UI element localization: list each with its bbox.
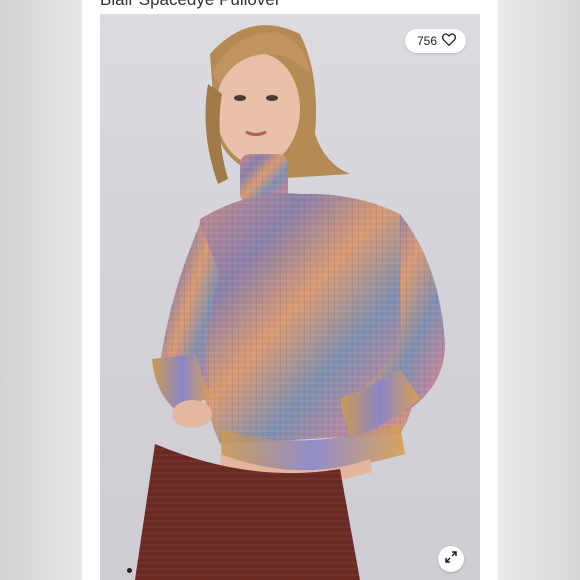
- model-illustration: [135, 25, 445, 580]
- expand-image-button[interactable]: [438, 546, 464, 572]
- blurred-background-right: [498, 0, 580, 580]
- heart-icon: [441, 33, 457, 49]
- carousel-indicator-dot[interactable]: [127, 568, 132, 573]
- listing-title: Blair Spacedye Pullover: [100, 0, 280, 10]
- expand-arrows-icon: [444, 550, 458, 569]
- product-photo[interactable]: 756: [100, 14, 480, 580]
- like-count: 756: [416, 34, 437, 48]
- like-button[interactable]: 756: [404, 29, 466, 53]
- blurred-background-left: [0, 0, 82, 580]
- listing-card: Blair Spacedye Pullover: [82, 0, 498, 580]
